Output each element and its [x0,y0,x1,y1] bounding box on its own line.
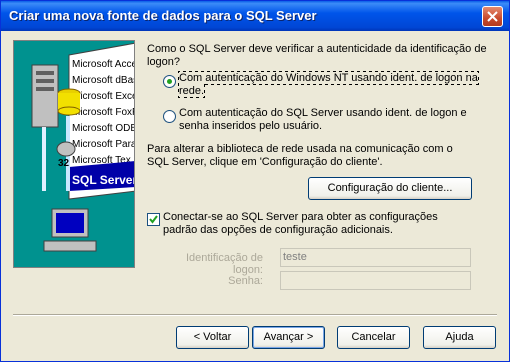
art-badge: 32 [58,158,70,169]
next-button[interactable]: Avançar > [252,326,325,349]
sql-auth-radio[interactable] [163,110,176,123]
back-button[interactable]: < Voltar [176,326,249,349]
art-label: Microsoft FoxPro [72,107,134,118]
close-button[interactable] [482,6,503,27]
art-label: Microsoft dBase D [72,75,134,86]
windows-auth-label[interactable]: Com autenticação do Windows NT usando id… [178,71,479,98]
window-title: Criar uma nova fonte de dados para o SQL… [9,8,317,23]
close-icon [487,11,498,22]
client-config-button[interactable]: Configuração do cliente... [308,177,472,200]
art-banner: SQL Server [72,173,134,187]
help-button[interactable]: Ajuda [423,326,496,349]
password-field[interactable] [280,271,471,290]
auth-question: Como o SQL Server deve verificar a auten… [147,43,487,68]
checkmark-icon [149,215,158,224]
dialog-window: Criar uma nova fonte de dados para o SQL… [0,0,510,362]
button-separator [13,314,497,316]
illustration-graphic: Microsoft Access D Microsoft dBase D Mic… [31,42,134,252]
connect-label[interactable]: Conectar-se ao SQL Server para obter as … [163,211,473,237]
password-label: Senha: [228,275,263,287]
radio-selected-dot [167,79,172,84]
gear-icon [56,141,76,157]
login-id-field[interactable]: teste [280,248,471,267]
art-label: Microsoft ODBC [72,123,134,134]
title-bar[interactable]: Criar uma nova fonte de dados para o SQL… [1,1,509,31]
art-label: Microsoft Access D [72,59,134,70]
wizard-illustration: Microsoft Access D Microsoft dBase D Mic… [13,40,135,268]
connect-checkbox[interactable] [147,213,160,226]
art-label: Microsoft Parad [72,139,134,150]
sql-auth-label[interactable]: Com autenticação do SQL Server usando id… [179,107,484,133]
windows-auth-radio[interactable] [163,75,176,88]
login-id-label: Identificação de logon: [185,252,263,276]
network-info-text: Para alterar a biblioteca de rede usada … [147,143,453,168]
art-label: Microsoft Excel D [72,91,134,102]
cancel-button[interactable]: Cancelar [337,326,410,349]
